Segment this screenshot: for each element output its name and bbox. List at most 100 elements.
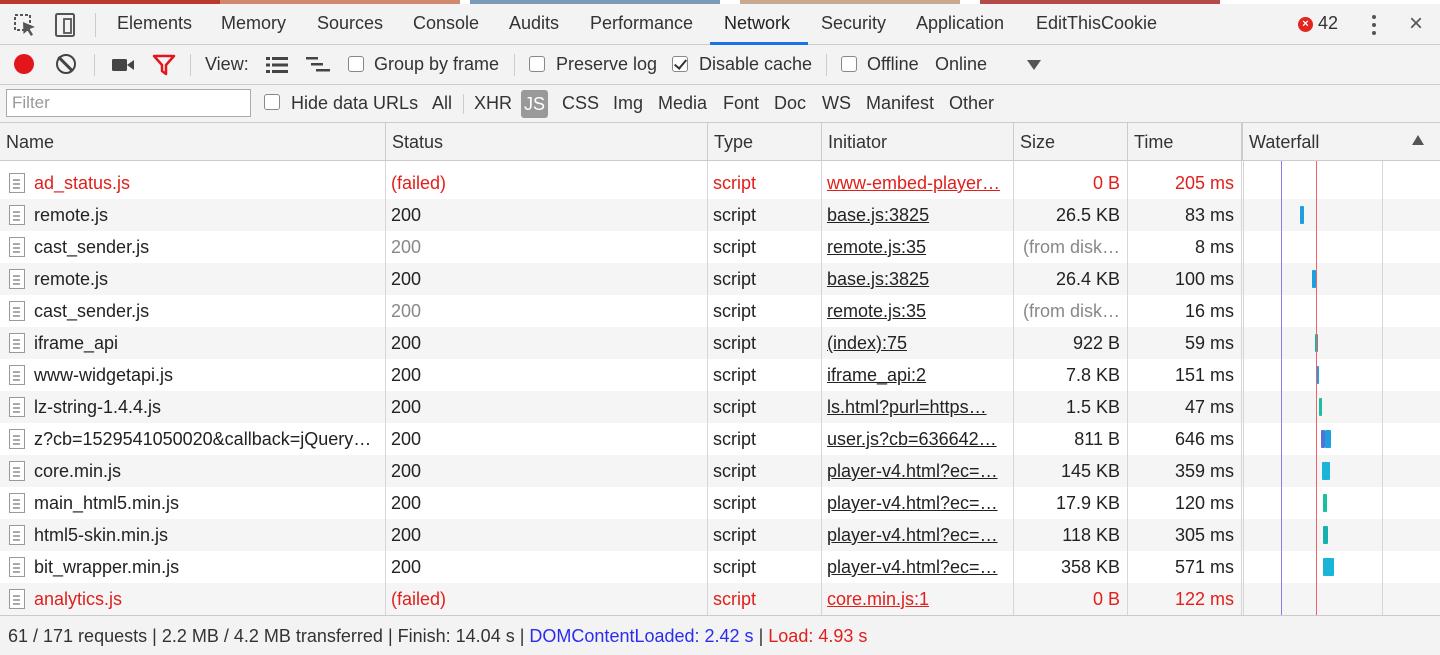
request-name[interactable]: main_html5.min.js [34, 487, 380, 519]
table-row[interactable]: html5-skin.min.js 200 script player-v4.html… [0, 519, 1440, 551]
table-row[interactable]: cast_sender.js 200 script remote.js:35 (from… [0, 295, 1440, 327]
tab-memory[interactable]: Memory [221, 4, 286, 45]
filter-type-js[interactable]: JS [521, 90, 549, 118]
column-name[interactable]: Name [0, 123, 386, 161]
filter-input[interactable] [6, 89, 251, 117]
waterfall-bar[interactable] [1319, 398, 1322, 416]
table-row[interactable]: cast_sender.js 200 script remote.js:35 (from… [0, 231, 1440, 263]
filter-type-other[interactable]: Other [949, 85, 994, 123]
offline-checkbox[interactable] [841, 56, 857, 72]
filter-type-doc[interactable]: Doc [774, 85, 806, 123]
hide-data-urls-label[interactable]: Hide data URLs [291, 85, 418, 123]
clear-icon[interactable] [56, 54, 76, 74]
tab-editthiscookie[interactable]: EditThisCookie [1036, 4, 1157, 45]
table-row[interactable]: core.min.js 200 script player-v4.html?ec=… 1… [0, 455, 1440, 487]
table-row[interactable]: main_html5.min.js 200 script player-v4.html… [0, 487, 1440, 519]
waterfall-bar[interactable] [1323, 526, 1328, 544]
offline-label[interactable]: Offline [867, 45, 919, 85]
request-initiator[interactable]: core.min.js:1 [827, 583, 1007, 615]
filter-type-media[interactable]: Media [658, 85, 707, 123]
tab-elements[interactable]: Elements [117, 4, 192, 45]
filter-icon[interactable] [152, 54, 176, 76]
group-by-frame-label[interactable]: Group by frame [374, 45, 499, 85]
request-initiator[interactable]: player-v4.html?ec=… [827, 551, 1007, 583]
overview-icon[interactable] [306, 56, 330, 74]
table-row[interactable]: remote.js 200 script base.js:3825 26.4 KB 100… [0, 263, 1440, 295]
request-name[interactable]: cast_sender.js [34, 231, 380, 263]
request-name[interactable]: analytics.js [34, 583, 380, 615]
tab-application[interactable]: Application [916, 4, 1004, 45]
tab-network[interactable]: Network [724, 4, 790, 45]
column-initiator[interactable]: Initiator [822, 123, 1014, 161]
waterfall-bar[interactable] [1300, 206, 1304, 224]
record-button[interactable] [14, 54, 34, 74]
column-size[interactable]: Size [1014, 123, 1128, 161]
request-initiator[interactable]: player-v4.html?ec=… [827, 455, 1007, 487]
table-row[interactable]: analytics.js (failed) script core.min.js:1 0… [0, 583, 1440, 615]
column-waterfall[interactable]: Waterfall [1242, 123, 1440, 161]
request-name[interactable]: remote.js [34, 263, 380, 295]
throttling-select[interactable]: Online [935, 45, 987, 85]
request-name[interactable]: iframe_api [34, 327, 380, 359]
hide-data-urls-checkbox[interactable] [264, 94, 280, 110]
capture-screenshots-icon[interactable] [111, 55, 135, 75]
filter-type-font[interactable]: Font [723, 85, 759, 123]
device-toolbar-icon[interactable] [50, 10, 80, 40]
table-row[interactable]: iframe_api 200 script (index):75 922 B 59 ms [0, 327, 1440, 359]
waterfall-bar[interactable] [1323, 558, 1334, 576]
tab-audits[interactable]: Audits [509, 4, 559, 45]
table-row[interactable]: bit_wrapper.min.js 200 script player-v4.htm… [0, 551, 1440, 583]
request-initiator[interactable]: remote.js:35 [827, 295, 1007, 327]
request-name[interactable]: remote.js [34, 199, 380, 231]
request-name[interactable]: z?cb=1529541050020&callback=jQuery… [34, 423, 380, 455]
preserve-log-label[interactable]: Preserve log [556, 45, 657, 85]
tab-performance[interactable]: Performance [590, 4, 693, 45]
more-options-icon[interactable] [1364, 13, 1384, 37]
waterfall-bar[interactable] [1323, 494, 1327, 512]
waterfall-bar[interactable] [1322, 462, 1330, 480]
close-icon[interactable]: × [1404, 12, 1428, 37]
filter-type-css[interactable]: CSS [562, 85, 599, 123]
disable-cache-label[interactable]: Disable cache [699, 45, 812, 85]
request-initiator[interactable]: www-embed-player… [827, 167, 1007, 199]
tab-console[interactable]: Console [413, 4, 479, 45]
large-rows-icon[interactable] [266, 56, 288, 74]
tab-security[interactable]: Security [821, 4, 886, 45]
request-initiator[interactable]: base.js:3825 [827, 199, 1007, 231]
waterfall-bar[interactable] [1325, 430, 1331, 448]
sort-ascending-icon[interactable] [1412, 135, 1424, 145]
request-initiator[interactable]: (index):75 [827, 327, 1007, 359]
preserve-log-checkbox[interactable] [529, 56, 545, 72]
request-initiator[interactable]: base.js:3825 [827, 263, 1007, 295]
table-row[interactable]: remote.js 200 script base.js:3825 26.5 KB 83 … [0, 199, 1440, 231]
table-row[interactable]: ad_status.js (failed) script www-embed-play… [0, 167, 1440, 199]
table-row[interactable]: www-widgetapi.js 200 script iframe_api:2 7.8… [0, 359, 1440, 391]
table-row[interactable]: lz-string-1.4.4.js 200 script ls.html?purl=… [0, 391, 1440, 423]
request-initiator[interactable]: remote.js:35 [827, 231, 1007, 263]
request-initiator[interactable]: player-v4.html?ec=… [827, 487, 1007, 519]
filter-type-img[interactable]: Img [613, 85, 643, 123]
request-initiator[interactable]: user.js?cb=636642… [827, 423, 1007, 455]
request-initiator[interactable]: player-v4.html?ec=… [827, 519, 1007, 551]
tab-sources[interactable]: Sources [317, 4, 383, 45]
request-name[interactable]: cast_sender.js [34, 295, 380, 327]
table-row[interactable]: z?cb=1529541050020&callback=jQuery… 200 sc… [0, 423, 1440, 455]
inspect-element-icon[interactable] [10, 10, 40, 40]
request-name[interactable]: bit_wrapper.min.js [34, 551, 380, 583]
request-name[interactable]: ad_status.js [34, 167, 380, 199]
column-type[interactable]: Type [708, 123, 822, 161]
filter-type-xhr[interactable]: XHR [474, 85, 512, 123]
error-count[interactable]: 42 [1318, 4, 1338, 45]
request-initiator[interactable]: iframe_api:2 [827, 359, 1007, 391]
request-name[interactable]: core.min.js [34, 455, 380, 487]
filter-type-manifest[interactable]: Manifest [866, 85, 934, 123]
request-name[interactable]: lz-string-1.4.4.js [34, 391, 380, 423]
column-status[interactable]: Status [386, 123, 708, 161]
request-initiator[interactable]: ls.html?purl=https… [827, 391, 1007, 423]
request-name[interactable]: html5-skin.min.js [34, 519, 380, 551]
filter-type-all[interactable]: All [432, 85, 452, 123]
disable-cache-checkbox[interactable] [672, 56, 688, 72]
group-by-frame-checkbox[interactable] [348, 56, 364, 72]
request-name[interactable]: www-widgetapi.js [34, 359, 380, 391]
error-icon[interactable]: × [1298, 17, 1313, 32]
